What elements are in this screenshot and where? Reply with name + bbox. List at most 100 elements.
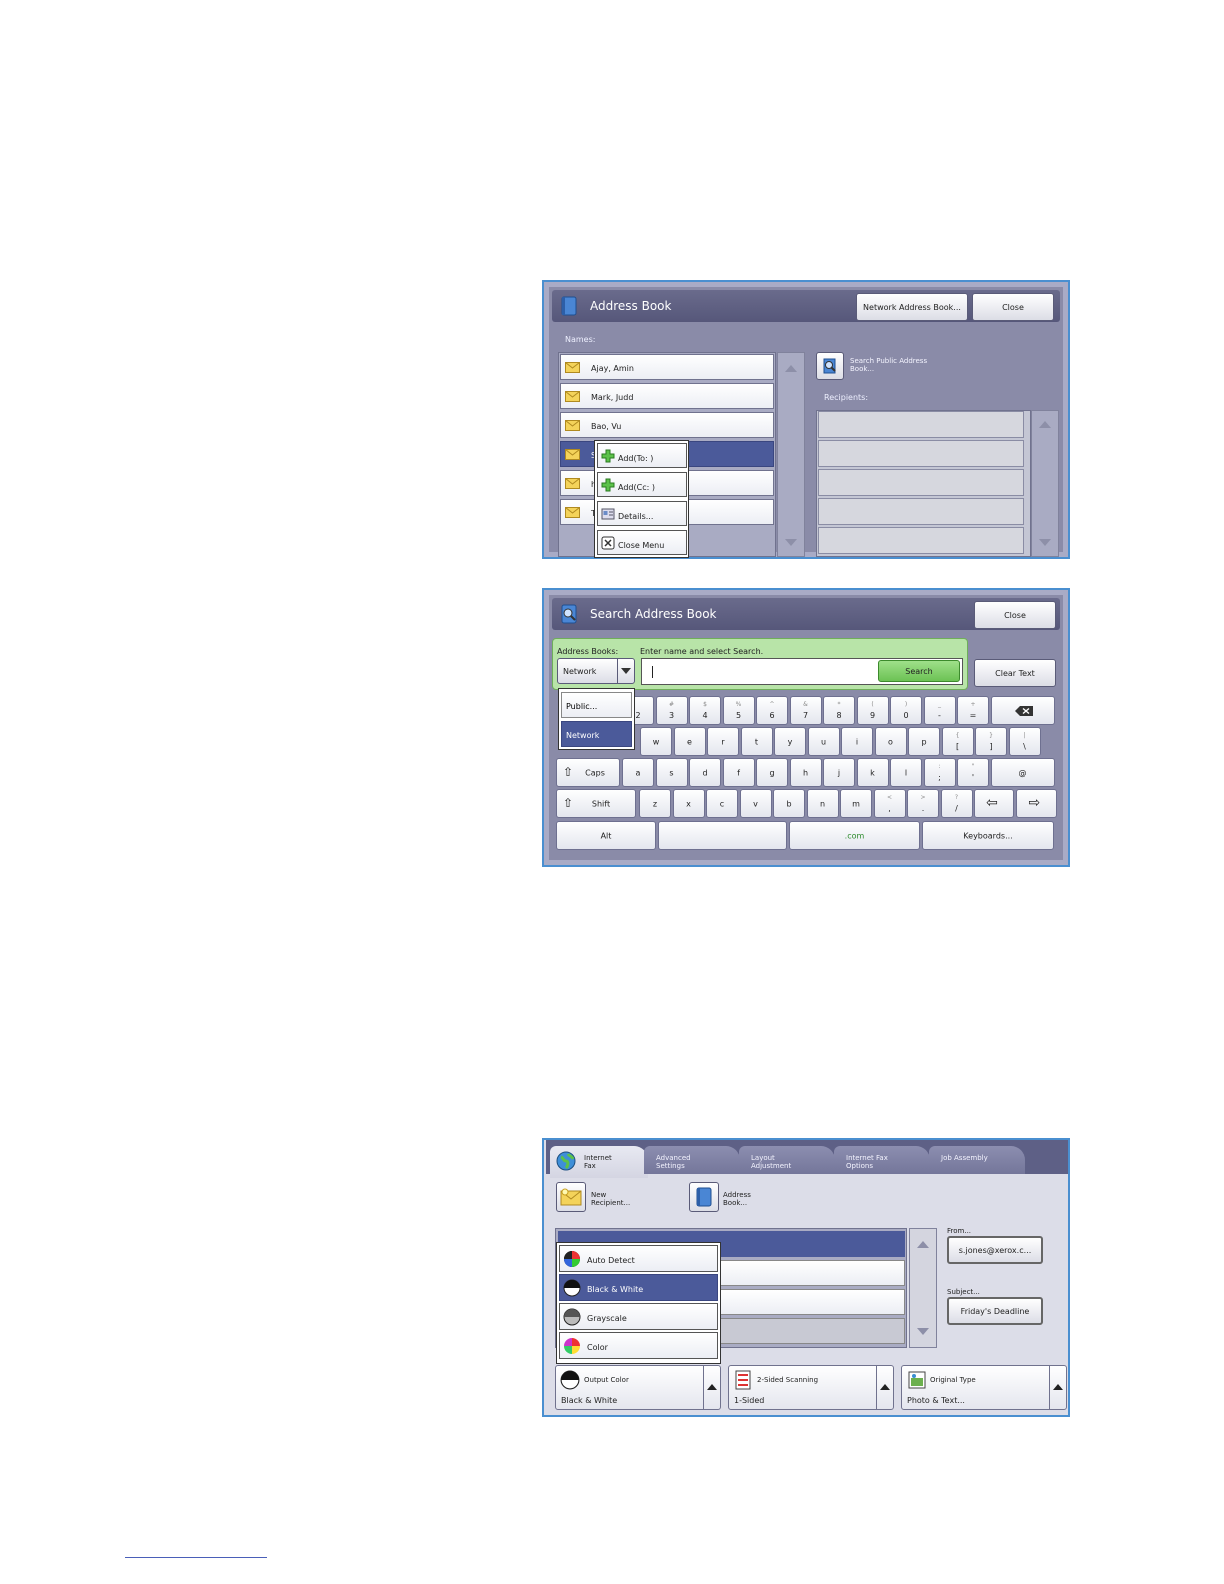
black-white-option[interactable]: Black & White	[559, 1274, 718, 1301]
subject-field[interactable]: Friday's Deadline	[947, 1297, 1043, 1325]
tab-advanced-settings[interactable]: Advanced Settings	[644, 1146, 740, 1174]
keyboard-key[interactable]: t	[740, 727, 773, 756]
keyboard-key[interactable]: y	[774, 727, 806, 756]
chevron-down-icon[interactable]	[617, 659, 634, 683]
keyboard-key[interactable]: w	[640, 727, 672, 756]
keyboard-key[interactable]: * 8	[823, 696, 855, 725]
scroll-up-icon[interactable]	[917, 1241, 929, 1248]
cursor-left-key[interactable]: ⇦	[974, 789, 1014, 818]
output-color-button[interactable]: Output Color Black & White	[555, 1365, 721, 1410]
keyboard-key[interactable]: #3	[655, 696, 688, 725]
keyboard-key[interactable]: | \	[1008, 727, 1041, 756]
keyboard-key[interactable]: % 5	[722, 696, 755, 725]
keyboard-key[interactable]: v	[739, 789, 772, 818]
names-scrollbar[interactable]	[777, 352, 805, 557]
recipient-slot[interactable]	[818, 498, 1024, 525]
keyboard-key[interactable]: l	[890, 758, 922, 787]
color-option[interactable]: Color	[559, 1332, 718, 1359]
scroll-down-icon[interactable]	[1039, 539, 1051, 546]
expand-arrow-icon[interactable]	[703, 1366, 720, 1409]
scroll-down-icon[interactable]	[785, 539, 797, 546]
expand-arrow-icon[interactable]	[1049, 1366, 1066, 1409]
two-sided-scanning-button[interactable]: 2-Sided Scanning 1-Sided	[728, 1365, 894, 1410]
scroll-up-icon[interactable]	[785, 365, 797, 372]
scroll-up-icon[interactable]	[1039, 421, 1051, 428]
list-item[interactable]: Mark, Judd	[560, 383, 774, 409]
keyboard-key[interactable]: i	[841, 727, 873, 756]
backspace-key[interactable]	[990, 696, 1055, 725]
caps-key[interactable]: ⇧ Caps	[556, 758, 620, 787]
search-button[interactable]: Search	[878, 660, 960, 682]
close-button[interactable]: Close	[974, 601, 1056, 629]
tab-layout-adjustment[interactable]: Layout Adjustment	[739, 1146, 835, 1174]
clear-text-button[interactable]: Clear Text	[974, 659, 1056, 687]
keyboard-key[interactable]: b	[773, 789, 805, 818]
dot-com-key[interactable]: .com	[789, 821, 920, 850]
search-public-button[interactable]: Search Public Address Book...	[816, 352, 946, 382]
keyboard-key[interactable]: s	[655, 758, 688, 787]
keyboard-key[interactable]: + =	[957, 696, 989, 725]
auto-detect-option[interactable]: Auto Detect	[559, 1245, 718, 1272]
keyboard-key[interactable]: <,	[873, 789, 906, 818]
network-address-book-button[interactable]: Network Address Book...	[856, 293, 968, 321]
keyboard-key[interactable]: & 7	[789, 696, 822, 725]
space-key[interactable]	[658, 821, 787, 850]
grayscale-option[interactable]: Grayscale	[559, 1303, 718, 1330]
keyboard-key[interactable]: r	[707, 727, 739, 756]
tab-internet-fax-options[interactable]: Internet Fax Options	[834, 1146, 930, 1174]
close-button[interactable]: Close	[972, 293, 1054, 321]
address-book-button[interactable]	[689, 1182, 719, 1212]
recipient-slot[interactable]	[818, 440, 1024, 467]
keyboard-key[interactable]: g	[756, 758, 788, 787]
original-type-button[interactable]: Original Type Photo & Text...	[901, 1365, 1067, 1410]
keyboard-key[interactable]: (9	[856, 696, 889, 725]
keyboard-key[interactable]: h	[789, 758, 822, 787]
keyboard-key[interactable]: d	[689, 758, 721, 787]
keyboard-key[interactable]: a	[622, 758, 654, 787]
scroll-down-icon[interactable]	[917, 1328, 929, 1335]
keyboard-key[interactable]: ? /	[940, 789, 973, 818]
address-book-select[interactable]: Network	[557, 658, 635, 684]
keyboard-key[interactable]: {[	[941, 727, 974, 756]
keyboard-key[interactable]: _ -	[923, 696, 956, 725]
keyboard-key[interactable]: >.	[907, 789, 939, 818]
fax-scrollbar[interactable]	[909, 1228, 937, 1348]
keyboard-key[interactable]: o	[874, 727, 907, 756]
keyboard-key[interactable]: p	[908, 727, 940, 756]
dropdown-option-public[interactable]: Public...	[561, 692, 632, 718]
recipient-slot[interactable]	[818, 527, 1024, 554]
shift-key[interactable]: ⇧ Shift	[556, 789, 636, 818]
keyboard-key[interactable]: " '	[957, 758, 989, 787]
keyboards-key[interactable]: Keyboards...	[922, 821, 1054, 850]
keyboard-key[interactable]: ^ 6	[756, 696, 788, 725]
tab-internet-fax[interactable]: Internet Fax	[550, 1146, 648, 1178]
recipient-slot[interactable]	[818, 411, 1024, 438]
dropdown-option-network[interactable]: Network	[561, 721, 632, 747]
keyboard-key[interactable]: e	[673, 727, 706, 756]
keyboard-key[interactable]: x	[672, 789, 705, 818]
list-item[interactable]: Bao, Vu	[560, 412, 774, 438]
search-public-icon-button[interactable]	[816, 352, 844, 380]
keyboard-key[interactable]: z	[639, 789, 671, 818]
close-menu-item[interactable]: Close Menu	[597, 530, 687, 555]
keyboard-key[interactable]: f	[722, 758, 755, 787]
keyboard-key[interactable]: @	[990, 758, 1055, 787]
alt-key[interactable]: Alt	[556, 821, 656, 850]
keyboard-key[interactable]: n	[806, 789, 839, 818]
keyboard-key[interactable]: $4	[689, 696, 721, 725]
from-field[interactable]: s.jones@xerox.c...	[947, 1236, 1043, 1264]
new-recipient-button[interactable]	[556, 1182, 586, 1212]
details-menu-item[interactable]: Details...	[597, 501, 687, 526]
keyboard-key[interactable]: c	[706, 789, 738, 818]
keyboard-key[interactable]: m	[840, 789, 872, 818]
keyboard-key[interactable]: }]	[975, 727, 1007, 756]
add-to-menu-item[interactable]: Add(To: )	[597, 443, 687, 468]
expand-arrow-icon[interactable]	[876, 1366, 893, 1409]
keyboard-key[interactable]: ) 0	[890, 696, 922, 725]
tab-job-assembly[interactable]: Job Assembly	[929, 1146, 1025, 1174]
keyboard-key[interactable]: k	[856, 758, 889, 787]
keyboard-key[interactable]: u	[807, 727, 840, 756]
recipient-slot[interactable]	[818, 469, 1024, 496]
keyboard-key[interactable]: :;	[923, 758, 956, 787]
list-item[interactable]: Ajay, Amin	[560, 354, 774, 380]
